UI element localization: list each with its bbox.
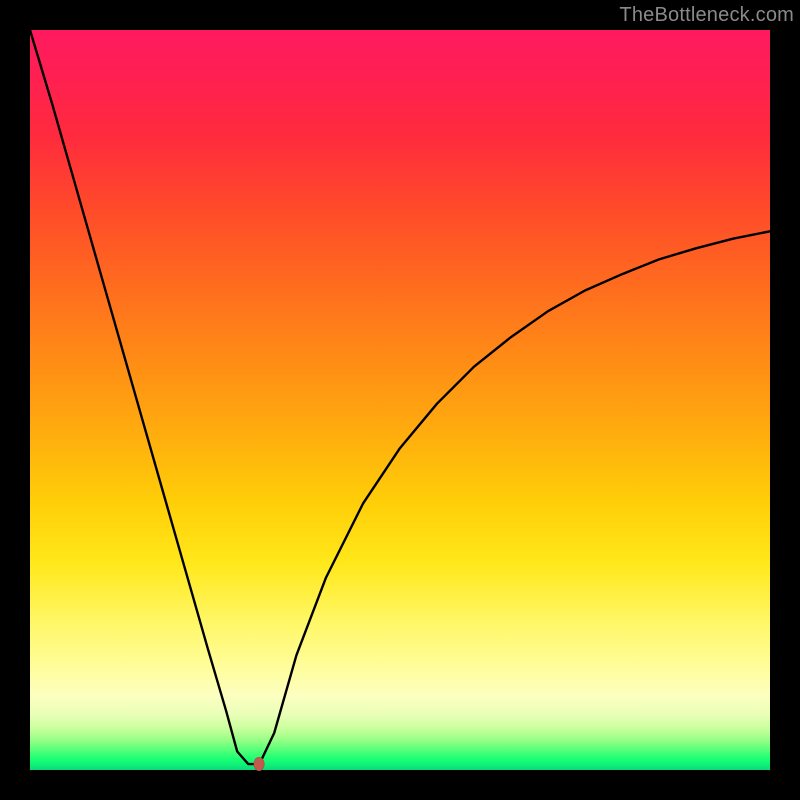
bottleneck-curve-path xyxy=(30,30,770,764)
chart-frame: TheBottleneck.com xyxy=(0,0,800,800)
watermark-text: TheBottleneck.com xyxy=(619,4,794,27)
bottleneck-curve-svg xyxy=(30,30,770,770)
